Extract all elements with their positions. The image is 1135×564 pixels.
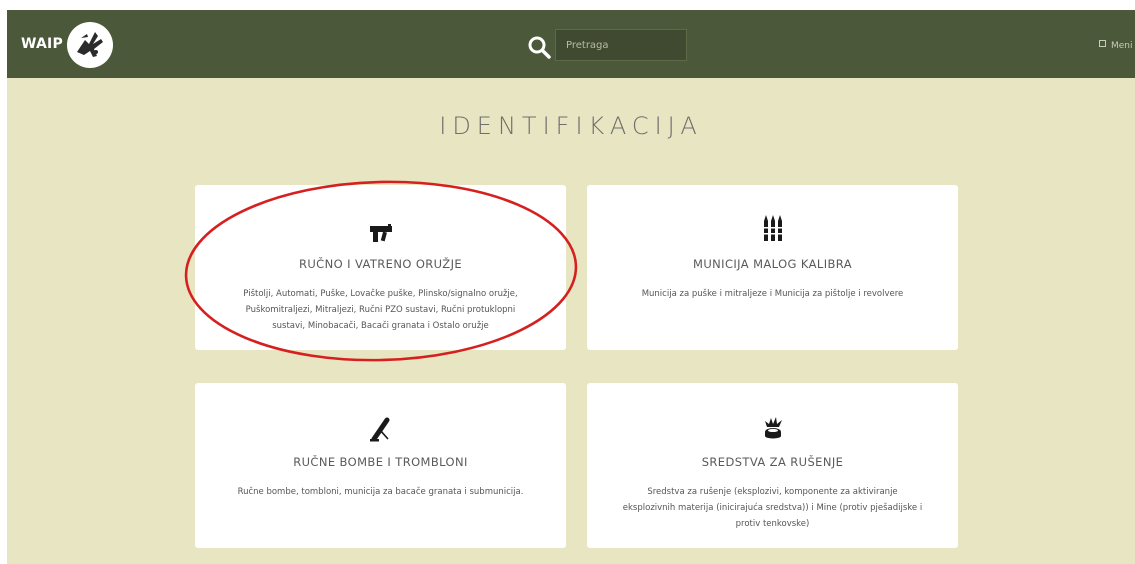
- description-line: Municija za puške i mitraljeze i Municij…: [641, 289, 904, 299]
- brand-link[interactable]: WAIP: [21, 36, 63, 52]
- explosion-icon: [760, 415, 786, 441]
- description-line: Puškomitraljezi, Mitraljezi, Ručni PZO s…: [245, 305, 516, 315]
- card-title: SREDSTVA ZA RUŠENJE: [701, 455, 844, 469]
- search-input[interactable]: [555, 29, 687, 61]
- description-line: sustavi, Minobacači, Bacači granata i Os…: [272, 321, 489, 331]
- card-title: RUČNE BOMBE I TROMBLONI: [293, 455, 468, 469]
- card-title: RUČNO I VATRENO ORUŽJE: [298, 257, 463, 271]
- card-description: Sredstva za rušenje (eksplozivi, kompone…: [611, 484, 934, 532]
- menu-icon: [1099, 40, 1106, 47]
- description-line: Pištolji, Automati, Puške, Lovačke puške…: [243, 289, 518, 299]
- category-card-hand-grenades[interactable]: RUČNE BOMBE I TROMBLONI Ručne bombe, tom…: [195, 383, 566, 548]
- description-line: eksplozivnih materija (inicirajuća sreds…: [622, 503, 923, 513]
- page-frame: WAIP Meni IDENTIFIKACIJA: [7, 10, 1135, 564]
- mortar-icon: [368, 417, 394, 443]
- category-card-hand-weapons[interactable]: RUČNO I VATRENO ORUŽJE Pištolji, Automat…: [195, 185, 566, 350]
- waip-logo-icon[interactable]: [67, 22, 113, 68]
- menu-label: Meni: [1111, 41, 1133, 51]
- card-description: Pištolji, Automati, Puške, Lovačke puške…: [219, 286, 542, 334]
- page-title: IDENTIFIKACIJA: [439, 112, 703, 140]
- description-line: Ručne bombe, tombloni, municija za bacač…: [237, 487, 524, 497]
- card-description: Ručne bombe, tombloni, municija za bacač…: [219, 484, 542, 500]
- card-title: MUNICIJA MALOG KALIBRA: [693, 257, 852, 271]
- top-navbar: WAIP Meni: [7, 10, 1135, 78]
- search-icon[interactable]: [527, 35, 551, 59]
- submachine-gun-icon: [368, 221, 394, 247]
- ammunition-icon: [760, 213, 786, 241]
- description-line: Sredstva za rušenje (eksplozivi, kompone…: [647, 487, 898, 497]
- card-description: Municija za puške i mitraljeze i Municij…: [611, 286, 934, 302]
- menu-toggle[interactable]: Meni: [1099, 40, 1133, 51]
- description-line: protiv tenkovske): [735, 519, 810, 529]
- category-card-demolition[interactable]: SREDSTVA ZA RUŠENJE Sredstva za rušenje …: [587, 383, 958, 548]
- category-card-small-caliber-ammo[interactable]: MUNICIJA MALOG KALIBRA Municija za puške…: [587, 185, 958, 350]
